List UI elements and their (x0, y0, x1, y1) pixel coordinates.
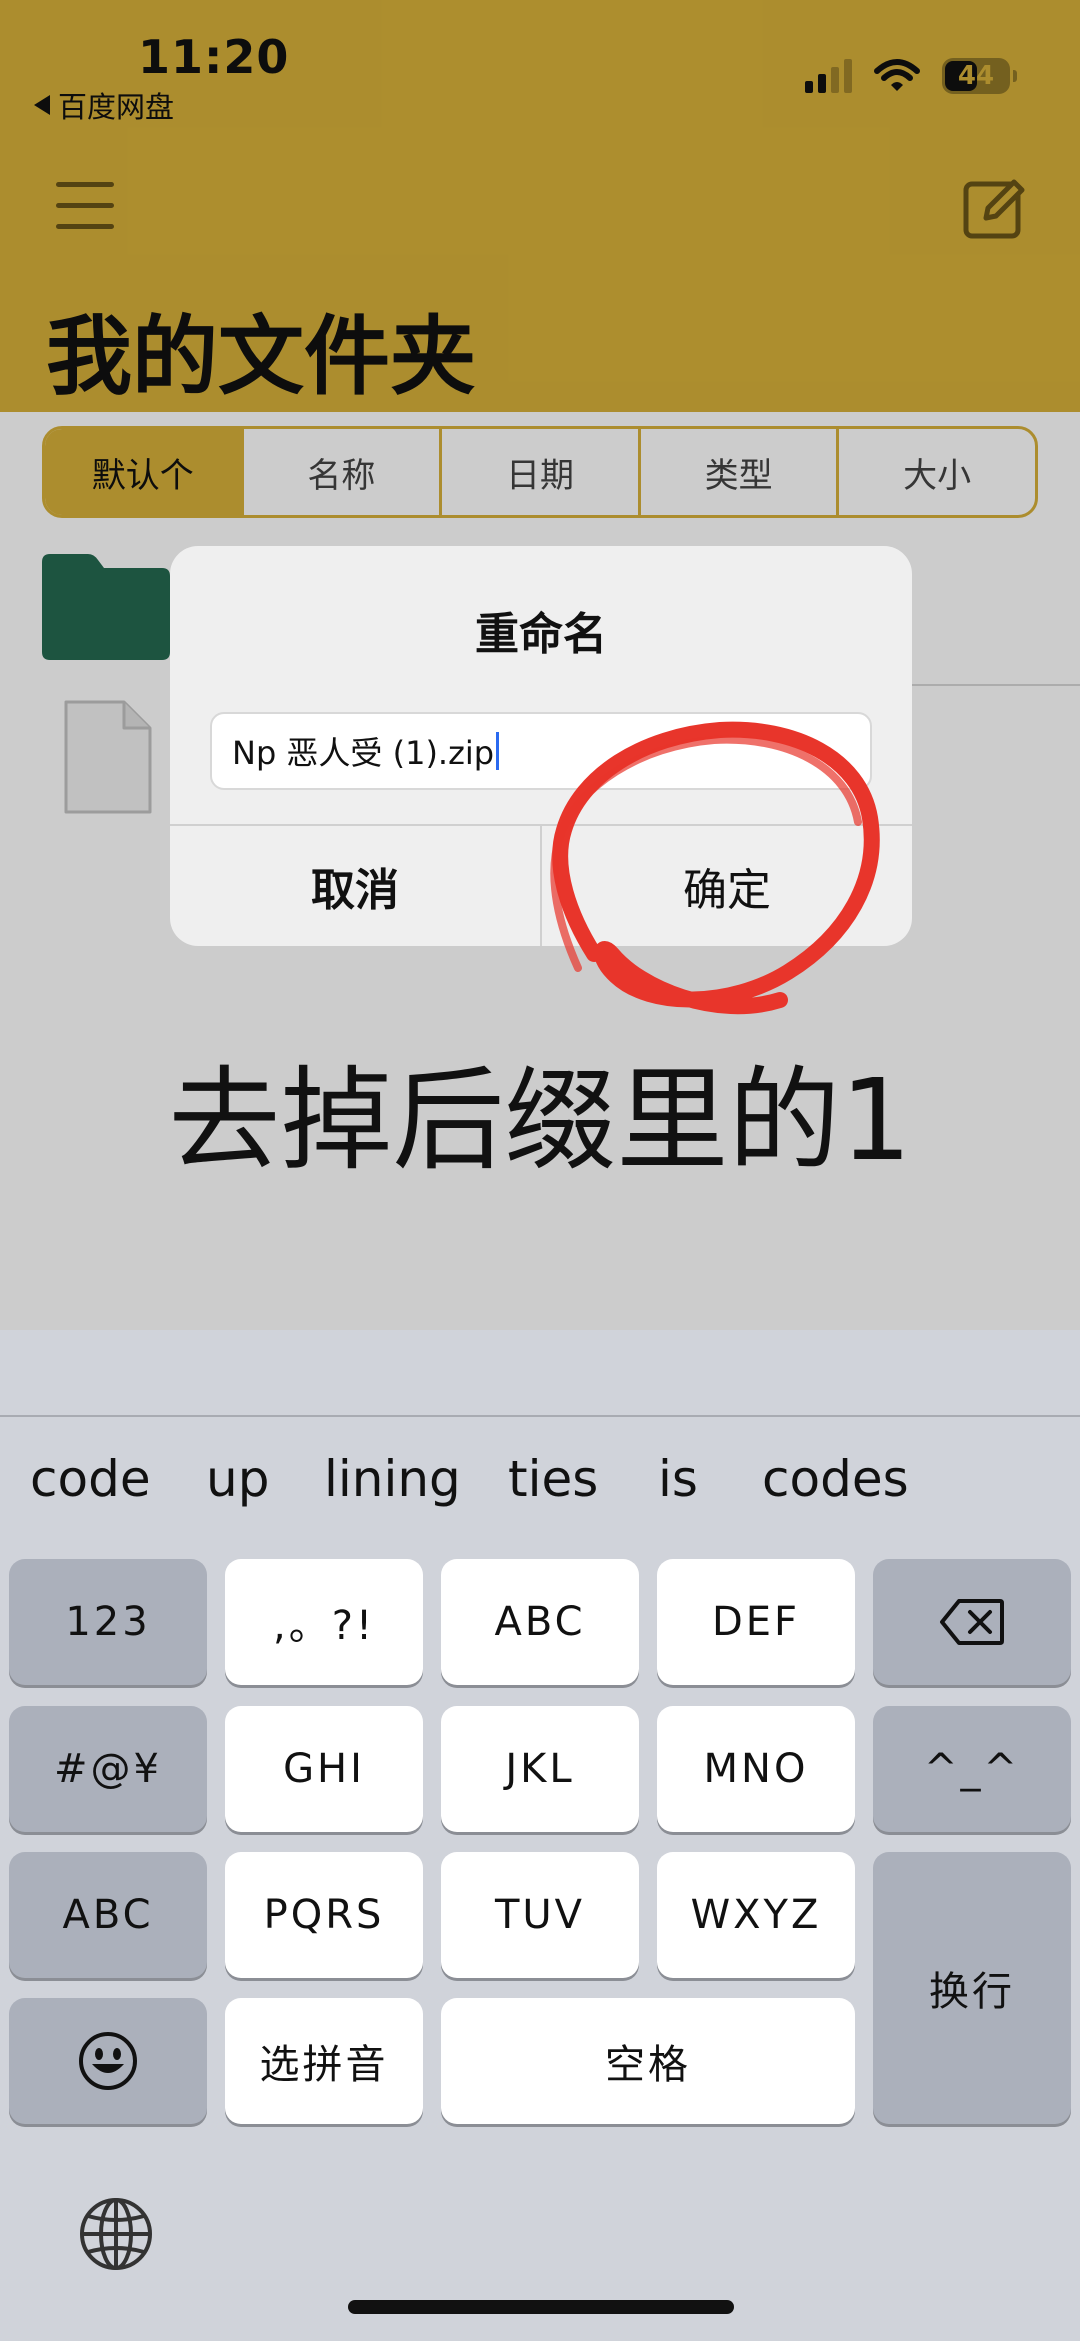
suggestion-bar: code up lining ties is codes (0, 1420, 1080, 1532)
globe-icon[interactable] (78, 2196, 154, 2272)
suggestion-item[interactable]: codes (762, 1450, 909, 1508)
key-select-pinyin[interactable]: 选拼音 (225, 1998, 423, 2124)
key-wxyz[interactable]: WXYZ (657, 1852, 855, 1978)
suggestion-item[interactable]: up (206, 1450, 269, 1508)
annotation-text: 去掉后缀里的1 (168, 1056, 912, 1186)
suggestion-item[interactable]: is (658, 1450, 698, 1508)
key-punctuation[interactable]: ,。?! (225, 1559, 423, 1685)
return-key[interactable]: 换行 (873, 1852, 1071, 2124)
emoji-key[interactable] (9, 1998, 207, 2124)
key-pqrs[interactable]: PQRS (225, 1852, 423, 1978)
suggestion-item[interactable]: lining (324, 1450, 461, 1508)
cancel-button[interactable]: 取消 (170, 826, 540, 946)
emoji-icon (79, 2032, 137, 2090)
backspace-key[interactable] (873, 1559, 1071, 1685)
backspace-icon (940, 1599, 1004, 1645)
text-caret (496, 732, 500, 770)
key-def[interactable]: DEF (657, 1559, 855, 1685)
key-ghi[interactable]: GHI (225, 1706, 423, 1832)
annotation-circle (550, 721, 880, 1015)
keyboard-top-divider (0, 1415, 1080, 1417)
key-abc[interactable]: ABC (441, 1559, 639, 1685)
key-mno[interactable]: MNO (657, 1706, 855, 1832)
key-abc-switch[interactable]: ABC (9, 1852, 207, 1978)
key-tuv[interactable]: TUV (441, 1852, 639, 1978)
suggestion-item[interactable]: ties (508, 1450, 598, 1508)
home-indicator[interactable] (348, 2300, 734, 2314)
dialog-title: 重命名 (475, 609, 607, 660)
key-kaomoji[interactable]: ^_^ (873, 1706, 1071, 1832)
filename-value: Np 恶人受 (1).zip (232, 734, 495, 772)
suggestion-item[interactable]: code (30, 1450, 151, 1508)
key-123[interactable]: 123 (9, 1559, 207, 1685)
key-symbols[interactable]: #@¥ (9, 1706, 207, 1832)
space-key[interactable]: 空格 (441, 1998, 855, 2124)
keyboard: code up lining ties is codes 123 ,。?! AB… (0, 1330, 1080, 2341)
key-jkl[interactable]: JKL (441, 1706, 639, 1832)
